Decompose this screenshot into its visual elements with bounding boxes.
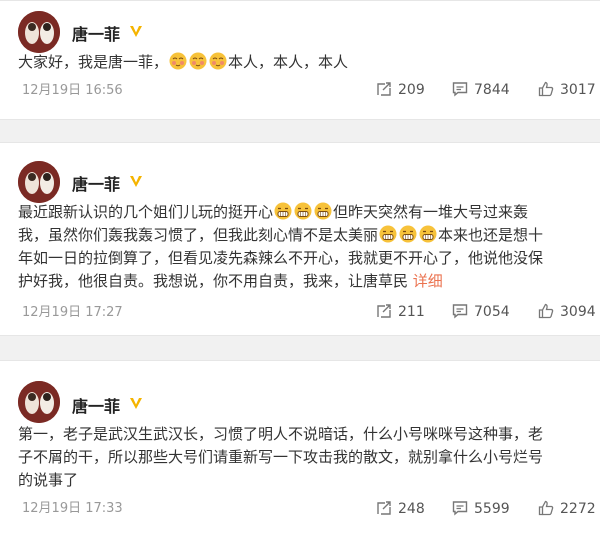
- grin-emoji-icon: [314, 202, 332, 220]
- text-segment: 大家好，我是唐一菲，: [18, 53, 169, 71]
- post-text: 大家好，我是唐一菲， 本人，本人，本人: [18, 51, 600, 74]
- repost-count: 248: [398, 501, 425, 517]
- comment-count: 7844: [474, 82, 510, 98]
- comment-icon: [452, 501, 468, 516]
- repost-icon: [377, 82, 391, 96]
- avatar[interactable]: [18, 381, 60, 423]
- comment-button[interactable]: 7054: [452, 303, 510, 320]
- comment-button[interactable]: 5599: [452, 500, 510, 517]
- author-name[interactable]: 唐一菲: [72, 393, 120, 417]
- text-line: 最近跟新认识的几个姐们儿玩的挺开心 但昨天突然有一堆大号过来轰: [18, 201, 600, 224]
- text-line: 护好我，他很自责。我想说，你不用自责，我来，让唐草民 详细: [18, 270, 600, 293]
- post-time[interactable]: 12月19日 17:33: [22, 497, 123, 516]
- text-segment: 但昨天突然有一堆大号过来轰: [333, 203, 529, 221]
- grin-emoji-icon: [379, 225, 397, 243]
- text-line: 第一，老子是武汉生武汉长，习惯了明人不说暗话，什么小号咪咪号这种事，老: [18, 425, 544, 443]
- comment-icon: [452, 304, 468, 319]
- verified-badge-icon: [130, 398, 142, 409]
- shy-emoji-icon: [169, 52, 187, 70]
- text-line: 年如一日的拉倒算了，但看见凌先森辣么不开心，我就更不开心了，他说他没保: [18, 249, 544, 267]
- repost-button[interactable]: 248: [376, 500, 425, 517]
- text-line: 我，虽然你们轰我轰习惯了，但我此刻心情不是太美丽 本来也还是想十: [18, 224, 600, 247]
- comment-count: 5599: [474, 501, 510, 517]
- text-line: 的说事了: [18, 471, 79, 489]
- avatar-image: [18, 11, 60, 53]
- author-name[interactable]: 唐一菲: [72, 171, 120, 195]
- like-count: 2272: [560, 501, 596, 517]
- like-icon: [538, 303, 554, 319]
- repost-count: 211: [398, 304, 425, 320]
- text-segment: 护好我，他很自责。我想说，你不用自责，我来，让唐草民: [18, 272, 409, 290]
- post-3: 唐一菲 第一，老子是武汉生武汉长，习惯了明人不说暗话，什么小号咪咪号这种事，老 …: [0, 360, 600, 536]
- repost-count: 209: [398, 82, 425, 98]
- post-text: 第一，老子是武汉生武汉长，习惯了明人不说暗话，什么小号咪咪号这种事，老 子不屑的…: [18, 423, 600, 492]
- grin-emoji-icon: [294, 202, 312, 220]
- avatar[interactable]: [18, 11, 60, 53]
- comment-count: 7054: [474, 304, 510, 320]
- expand-link[interactable]: 详细: [413, 272, 443, 290]
- text-segment: 我，虽然你们轰我轰习惯了，但我此刻心情不是太美丽: [18, 226, 379, 244]
- like-button[interactable]: 2272: [538, 500, 596, 517]
- verified-badge-icon: [130, 26, 142, 37]
- shy-emoji-icon: [189, 52, 207, 70]
- comment-button[interactable]: 7844: [452, 81, 510, 98]
- avatar-image: [18, 161, 60, 203]
- post-2: 唐一菲 最近跟新认识的几个姐们儿玩的挺开心 但昨天突然有一堆大号过来轰 我，虽然你…: [0, 142, 600, 336]
- grin-emoji-icon: [399, 225, 417, 243]
- repost-icon: [377, 304, 391, 318]
- avatar[interactable]: [18, 161, 60, 203]
- shy-emoji-icon: [209, 52, 227, 70]
- repost-button[interactable]: 209: [376, 81, 425, 98]
- comment-icon: [452, 82, 468, 97]
- grin-emoji-icon: [419, 225, 437, 243]
- post-time[interactable]: 12月19日 17:27: [22, 301, 123, 320]
- post-1: 唐一菲 大家好，我是唐一菲， 本人，本人，本人 12月19日 16:56 209 …: [0, 0, 600, 120]
- repost-icon: [377, 501, 391, 515]
- like-button[interactable]: 3094: [538, 303, 596, 320]
- like-icon: [538, 81, 554, 97]
- like-icon: [538, 500, 554, 516]
- post-time[interactable]: 12月19日 16:56: [22, 79, 123, 98]
- like-button[interactable]: 3017: [538, 81, 596, 98]
- author-name[interactable]: 唐一菲: [72, 21, 120, 45]
- grin-emoji-icon: [274, 202, 292, 220]
- verified-badge-icon: [130, 176, 142, 187]
- post-text: 最近跟新认识的几个姐们儿玩的挺开心 但昨天突然有一堆大号过来轰 我，虽然你们轰我轰…: [18, 201, 600, 293]
- like-count: 3017: [560, 82, 596, 98]
- repost-button[interactable]: 211: [376, 303, 425, 320]
- text-segment: 本来也还是想十: [438, 226, 544, 244]
- text-line: 子不屑的干，所以那些大号们请重新写一下攻击我的散文，就别拿什么小号烂号: [18, 448, 544, 466]
- text-segment: 最近跟新认识的几个姐们儿玩的挺开心: [18, 203, 274, 221]
- like-count: 3094: [560, 304, 596, 320]
- text-segment: 本人，本人，本人: [228, 53, 349, 71]
- avatar-image: [18, 381, 60, 423]
